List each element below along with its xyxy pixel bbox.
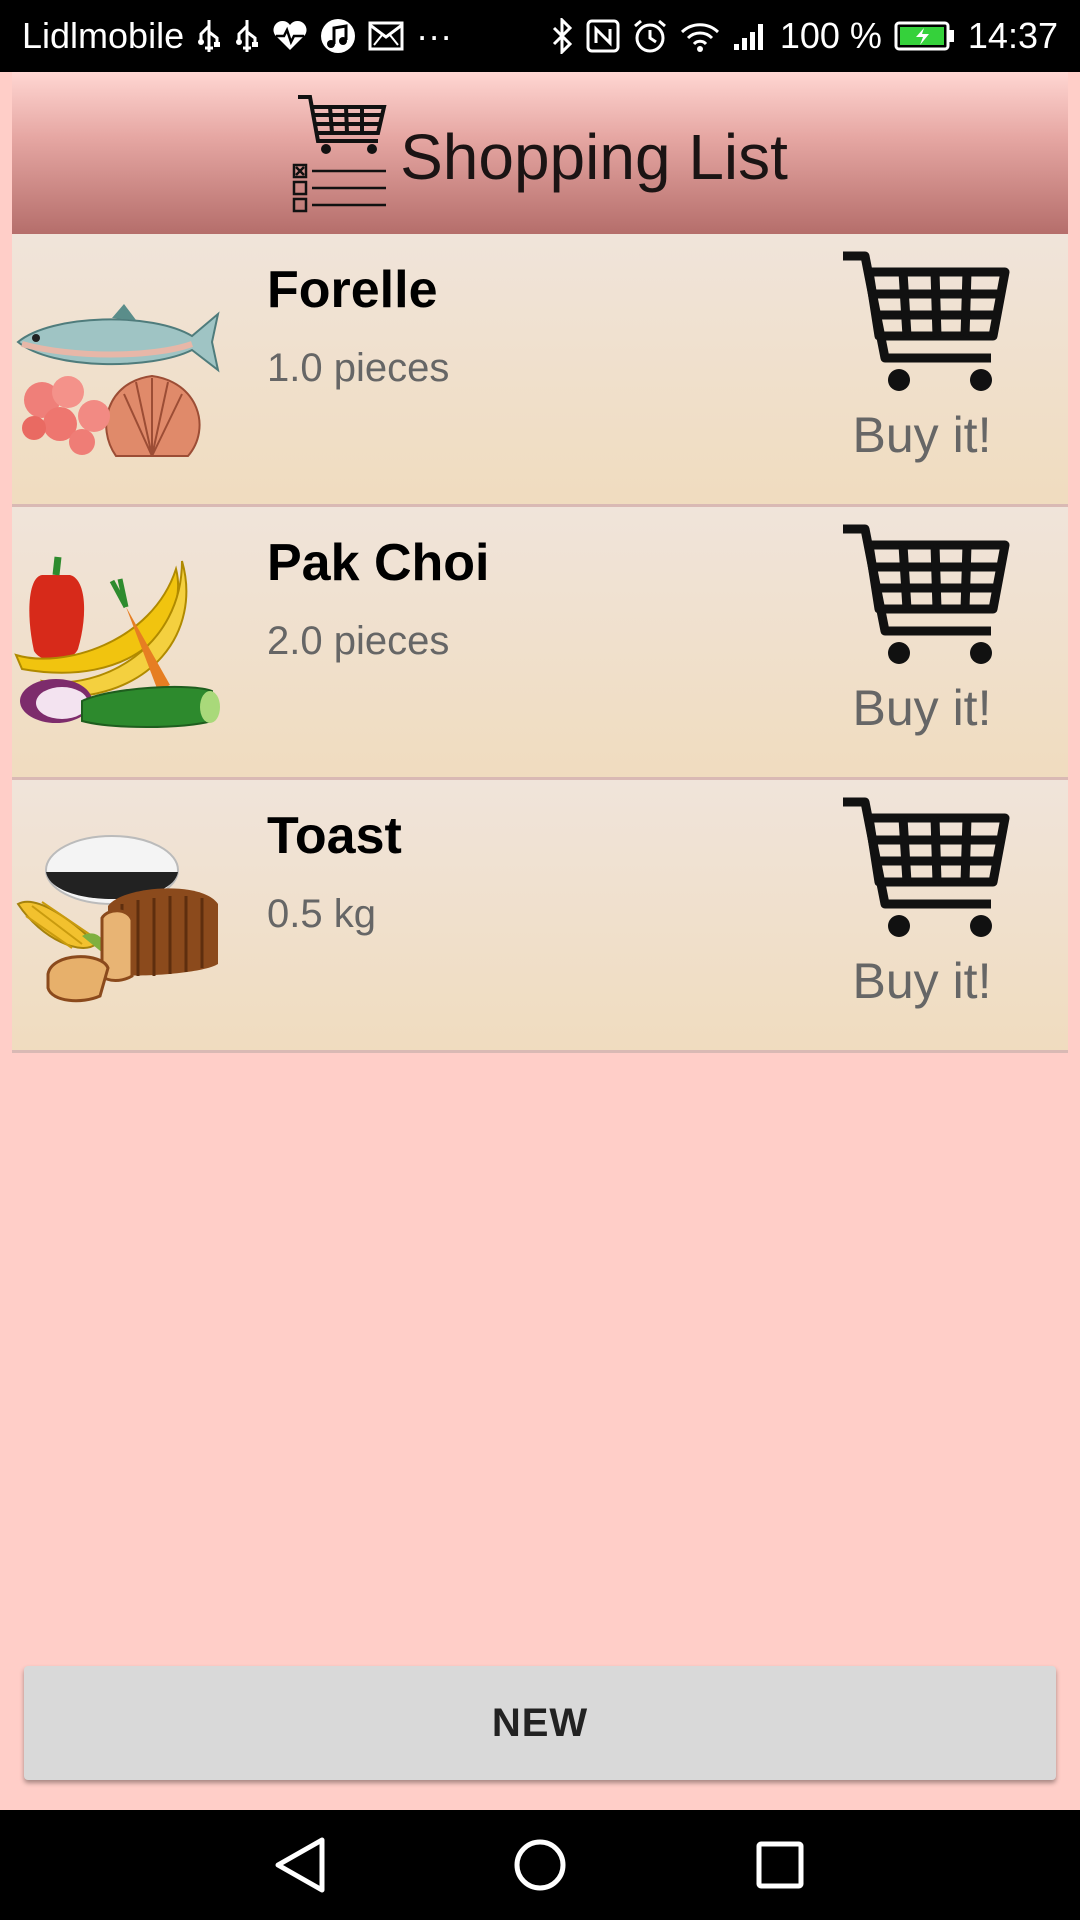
bluetooth-icon xyxy=(550,18,574,54)
nfc-icon xyxy=(586,19,620,53)
shopping-cart-icon xyxy=(843,797,1010,937)
buy-button[interactable]: Buy it! xyxy=(827,246,1017,476)
item-name: Pak Choi xyxy=(267,534,490,592)
music-icon xyxy=(320,18,356,54)
navigation-bar xyxy=(0,1810,1080,1920)
usb-icon xyxy=(196,18,222,54)
status-right: 100 % 14:37 xyxy=(550,15,1058,57)
shopping-list: Forelle 1.0 pieces Buy it! Pak Choi 2.0 … xyxy=(12,234,1068,1053)
buy-button[interactable]: Buy it! xyxy=(827,792,1017,1022)
recents-button[interactable] xyxy=(745,1832,815,1898)
home-button[interactable] xyxy=(505,1832,575,1898)
buy-button[interactable]: Buy it! xyxy=(827,519,1017,749)
battery-percent: 100 % xyxy=(779,15,882,56)
wifi-icon xyxy=(680,20,720,52)
shopping-cart-icon xyxy=(843,251,1010,391)
bread-grains-image xyxy=(12,824,224,1004)
list-item[interactable]: Toast 0.5 kg Buy it! xyxy=(12,780,1068,1053)
list-item[interactable]: Forelle 1.0 pieces Buy it! xyxy=(12,234,1068,507)
app-content: Shopping List Forelle 1.0 pieces Buy it!… xyxy=(0,72,1080,1810)
buy-label: Buy it! xyxy=(852,680,992,736)
alarm-icon xyxy=(632,18,668,54)
shopping-cart-icon xyxy=(843,524,1010,664)
new-item-button[interactable]: NEW xyxy=(24,1666,1056,1780)
recents-square-icon xyxy=(756,1841,804,1889)
vegetables-image xyxy=(12,551,224,731)
home-circle-icon xyxy=(514,1839,566,1891)
usb-icon xyxy=(234,18,260,54)
carrier-name: Lidlmobile xyxy=(22,15,185,56)
item-name: Forelle xyxy=(267,261,438,319)
more-notifications: ··· xyxy=(416,15,453,56)
list-item[interactable]: Pak Choi 2.0 pieces Buy it! xyxy=(12,507,1068,780)
item-quantity: 1.0 pieces xyxy=(267,346,450,390)
buy-label: Buy it! xyxy=(852,407,992,463)
status-left: Lidlmobile ··· xyxy=(22,15,550,57)
health-icon xyxy=(272,20,308,52)
status-bar: Lidlmobile ··· 100 % 14:37 xyxy=(0,0,1080,72)
battery-charging-icon xyxy=(894,21,956,51)
item-quantity: 2.0 pieces xyxy=(267,619,450,663)
item-quantity: 0.5 kg xyxy=(267,892,376,936)
back-button[interactable] xyxy=(266,1832,336,1898)
signal-icon xyxy=(732,20,768,52)
mail-icon xyxy=(368,21,404,51)
app-header: Shopping List xyxy=(12,72,1068,234)
clock: 14:37 xyxy=(967,15,1058,56)
page-title: Shopping List xyxy=(400,121,788,193)
shopping-list-cart-icon xyxy=(292,89,388,218)
back-triangle-icon xyxy=(275,1837,325,1893)
seafood-image xyxy=(12,278,224,458)
item-name: Toast xyxy=(267,807,402,865)
buy-label: Buy it! xyxy=(852,953,992,1009)
